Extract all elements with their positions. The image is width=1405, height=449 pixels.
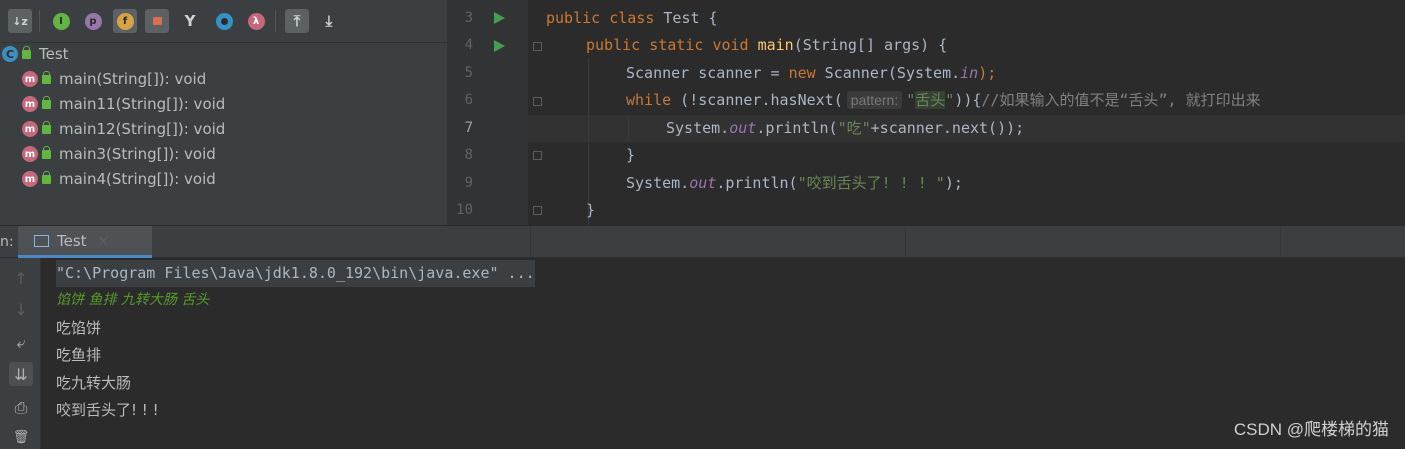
toolbar-separator bbox=[275, 10, 276, 32]
run-tool-window-header: n: Test × bbox=[0, 225, 1405, 258]
tree-method-node[interactable]: m main11(String[]): void bbox=[22, 93, 225, 115]
public-lock-icon bbox=[22, 45, 31, 59]
code-line-10: } bbox=[586, 201, 596, 219]
code-line-5: Scanner scanner = new Scanner(System.in)… bbox=[626, 64, 997, 82]
scroll-to-end-icon[interactable]: ⇊ bbox=[9, 362, 33, 386]
fold-marker-icon[interactable] bbox=[533, 206, 542, 215]
line-number: 9 bbox=[464, 175, 473, 191]
line-number: 7 bbox=[464, 120, 473, 136]
fold-marker-icon[interactable] bbox=[533, 97, 542, 106]
show-properties-icon[interactable]: p bbox=[81, 9, 105, 33]
console-output-line: 吃九转大肠 bbox=[56, 374, 132, 392]
method-icon: m bbox=[22, 171, 38, 187]
public-lock-icon bbox=[42, 170, 51, 184]
class-icon: C bbox=[2, 46, 18, 62]
tree-method-node[interactable]: m main3(String[]): void bbox=[22, 143, 216, 165]
indent-guide bbox=[628, 115, 629, 142]
clear-all-icon[interactable]: 🗑 bbox=[9, 425, 33, 449]
show-fields-icon[interactable]: f bbox=[113, 9, 137, 33]
lambda-icon[interactable]: λ bbox=[244, 9, 268, 33]
run-label: n: bbox=[0, 234, 14, 250]
code-line-7: System.out.println("吃"+scanner.next()); bbox=[666, 119, 1025, 137]
tree-method-node[interactable]: m main4(String[]): void bbox=[22, 168, 216, 190]
public-lock-icon bbox=[42, 145, 51, 159]
tree-method-node[interactable]: m main(String[]): void bbox=[22, 68, 206, 90]
console-output-line: 吃馅饼 bbox=[56, 319, 102, 337]
soft-wrap-icon[interactable]: ⤶ bbox=[9, 331, 33, 355]
up-stack-frame-icon[interactable]: ↑ bbox=[9, 266, 33, 290]
code-line-3: public class Test { bbox=[546, 9, 718, 27]
fold-marker-icon[interactable] bbox=[533, 42, 542, 51]
tree-class-node[interactable]: C Test bbox=[2, 43, 69, 65]
run-class-icon[interactable] bbox=[494, 12, 505, 24]
line-number: 4 bbox=[464, 37, 473, 53]
public-lock-icon bbox=[42, 95, 51, 109]
console-icon bbox=[34, 234, 49, 247]
structure-panel: ↓z I p f Y λ ⤒ ⤓ C Test m main(String[])… bbox=[0, 0, 447, 225]
method-icon: m bbox=[22, 121, 38, 137]
run-side-toolbar: ↑ ↓ ⤶ ⇊ ⎙ 🗑 bbox=[0, 258, 41, 449]
console-command-line: "C:\Program Files\Java\jdk1.8.0_192\bin\… bbox=[56, 260, 535, 287]
method-icon: m bbox=[22, 71, 38, 87]
console-user-input: 馅饼 鱼排 九转大肠 舌头 bbox=[56, 292, 210, 308]
header-divider bbox=[530, 226, 531, 258]
line-number: 3 bbox=[464, 10, 473, 26]
show-non-public-icon[interactable] bbox=[145, 9, 169, 33]
parameter-hint: pattern: bbox=[846, 91, 903, 109]
code-line-9: System.out.println("咬到舌头了! ! ! "); bbox=[626, 174, 963, 192]
show-lambdas-icon[interactable]: Y bbox=[178, 9, 202, 33]
method-icon: m bbox=[22, 96, 38, 112]
header-divider bbox=[905, 226, 906, 258]
autoscroll-from-source-icon[interactable]: ⤓ bbox=[317, 9, 341, 33]
public-lock-icon bbox=[42, 70, 51, 84]
print-icon[interactable]: ⎙ bbox=[9, 396, 33, 420]
inherited-icon[interactable]: I bbox=[49, 9, 73, 33]
lock-icon bbox=[152, 17, 162, 25]
fold-marker-icon[interactable] bbox=[533, 151, 542, 160]
close-icon[interactable]: × bbox=[97, 231, 110, 250]
tab-label: Test bbox=[57, 231, 87, 250]
header-divider bbox=[1280, 226, 1281, 258]
code-line-4: public static void main(String[] args) { bbox=[586, 36, 948, 54]
autoscroll-to-source-icon[interactable]: ⤒ bbox=[285, 9, 309, 33]
line-number: 8 bbox=[464, 147, 473, 163]
public-lock-icon bbox=[42, 120, 51, 134]
sort-alpha-icon[interactable]: ↓z bbox=[8, 9, 32, 33]
watermark: CSDN @爬楼梯的猫 bbox=[1233, 420, 1389, 439]
down-stack-frame-icon[interactable]: ↓ bbox=[9, 297, 33, 321]
line-number: 6 bbox=[464, 92, 473, 108]
tab-test[interactable]: Test × bbox=[18, 226, 152, 258]
toolbar-separator bbox=[39, 10, 40, 32]
tree-method-node[interactable]: m main12(String[]): void bbox=[22, 118, 225, 140]
console-output-line: 咬到舌头了! ! ! bbox=[56, 401, 159, 419]
method-icon: m bbox=[22, 146, 38, 162]
structure-toolbar: ↓z I p f Y λ ⤒ ⤓ bbox=[0, 0, 447, 43]
code-line-8: } bbox=[626, 146, 636, 164]
anonymous-classes-icon[interactable] bbox=[212, 9, 236, 33]
run-method-icon[interactable] bbox=[494, 40, 505, 52]
line-number: 5 bbox=[464, 65, 473, 81]
console-output-line: 吃鱼排 bbox=[56, 346, 102, 364]
code-line-6: while (!scanner.hasNext(pattern: "舌头")){/… bbox=[626, 91, 1261, 109]
line-number: 10 bbox=[456, 202, 473, 218]
